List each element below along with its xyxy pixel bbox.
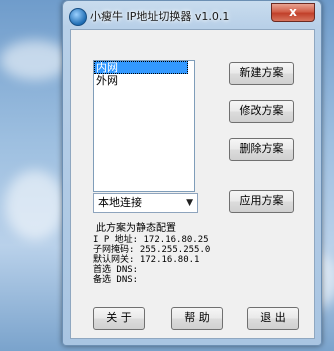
app-window: 小瘦牛 IP地址切换器 v1.0.1 x 内网 外网 新建方案 修改方案 删除方… [62, 0, 322, 346]
gateway-row: 默认网关: 172.16.80.1 [93, 255, 210, 265]
app-icon [69, 8, 87, 26]
dns2-label: 备选 DNS: [93, 275, 139, 285]
ip-label: I P 地址: [93, 235, 139, 245]
exit-button[interactable]: 退 出 [247, 307, 299, 330]
chevron-down-icon[interactable]: ▼ [186, 194, 193, 212]
close-button[interactable]: x [271, 3, 315, 22]
cloud [0, 40, 70, 80]
profile-details: 此方案为静态配置 I P 地址: 172.16.80.25 子网掩码: 255.… [93, 223, 210, 285]
mask-row: 子网掩码: 255.255.255.0 [93, 245, 210, 255]
title-bar[interactable]: 小瘦牛 IP地址切换器 v1.0.1 x [63, 1, 321, 29]
ip-row: I P 地址: 172.16.80.25 [93, 235, 210, 245]
mask-value: 255.255.255.0 [139, 245, 211, 255]
client-area: 内网 外网 新建方案 修改方案 删除方案 本地连接 ▼ 应用方案 此方案为静态配… [70, 29, 315, 339]
about-button[interactable]: 关 于 [93, 307, 145, 330]
apply-profile-button[interactable]: 应用方案 [229, 190, 294, 213]
dns1-row: 首选 DNS: [93, 265, 210, 275]
dns1-label: 首选 DNS: [93, 265, 139, 275]
adapter-select-value: 本地连接 [98, 196, 142, 209]
gateway-label: 默认网关: [93, 255, 135, 265]
help-button[interactable]: 帮 助 [171, 307, 223, 330]
cloud [5, 170, 65, 240]
adapter-select[interactable]: 本地连接 ▼ [93, 193, 198, 213]
delete-profile-button[interactable]: 删除方案 [229, 138, 294, 161]
dns2-row: 备选 DNS: [93, 275, 210, 285]
details-heading: 此方案为静态配置 [96, 223, 176, 234]
new-profile-button[interactable]: 新建方案 [229, 62, 294, 85]
gateway-value: 172.16.80.1 [139, 255, 200, 265]
edit-profile-button[interactable]: 修改方案 [229, 100, 294, 123]
profile-list[interactable]: 内网 外网 [93, 60, 195, 192]
profile-item-internet[interactable]: 外网 [94, 74, 194, 87]
ip-value: 172.16.80.25 [143, 235, 209, 245]
profile-item-intranet[interactable]: 内网 [94, 61, 188, 74]
window-title: 小瘦牛 IP地址切换器 v1.0.1 [90, 10, 230, 23]
mask-label: 子网掩码: [93, 245, 135, 255]
